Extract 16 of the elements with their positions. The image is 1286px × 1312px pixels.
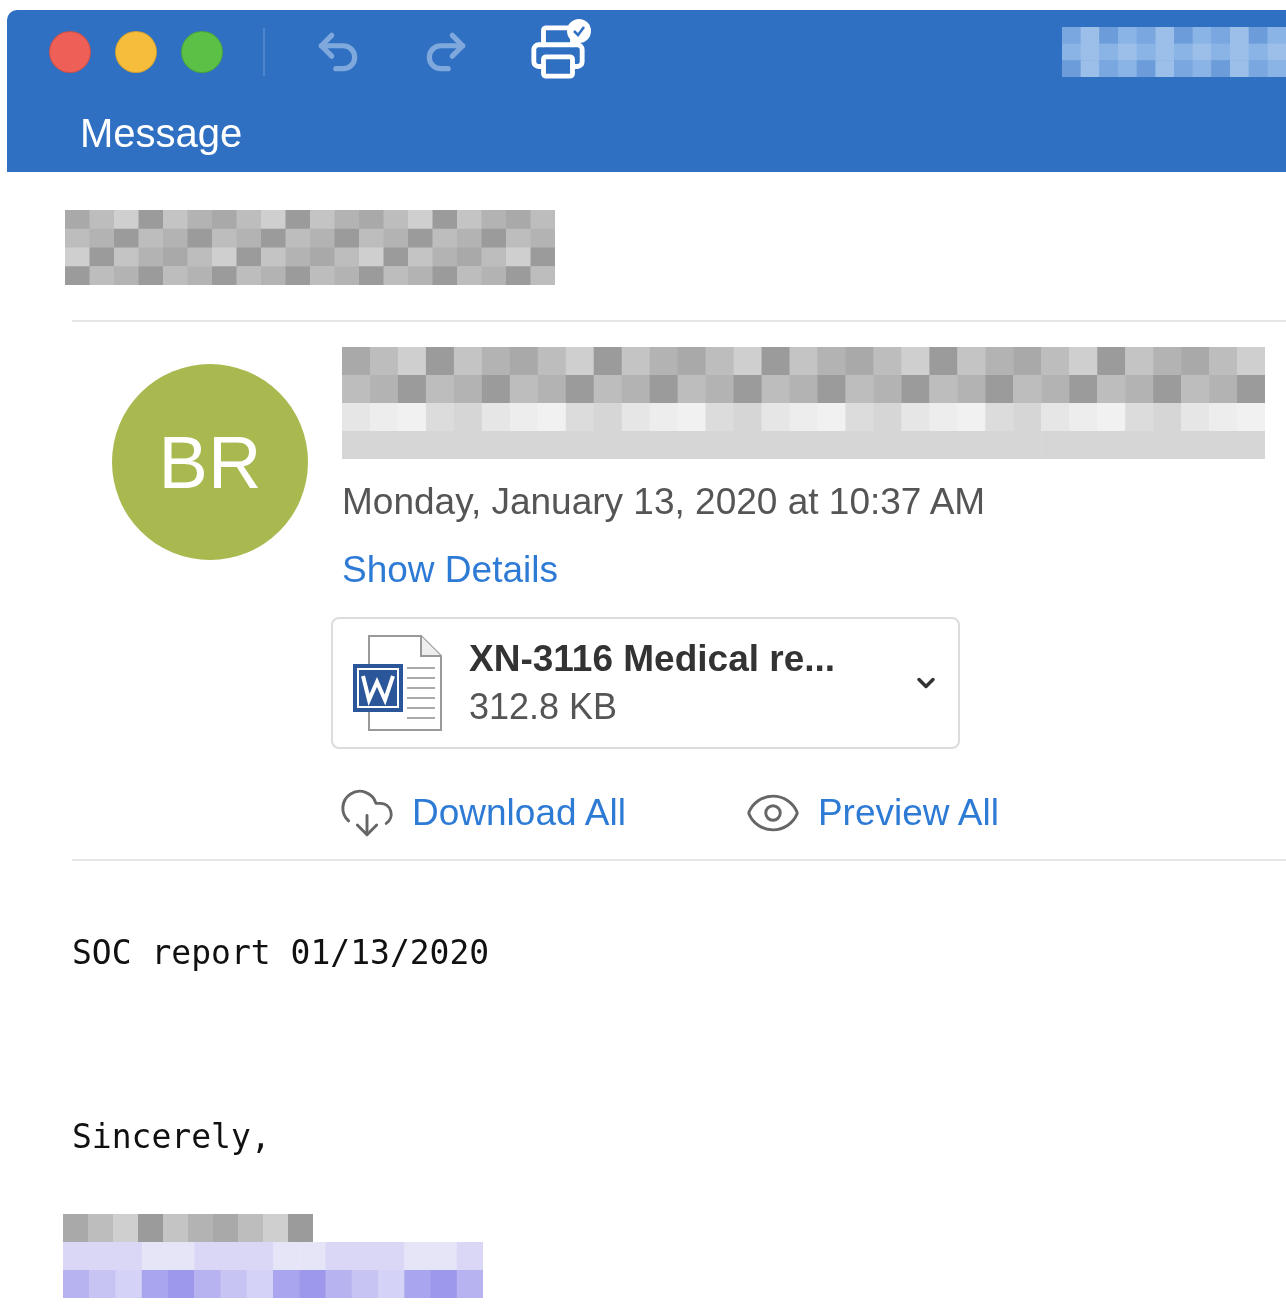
attachment-card[interactable]: XN-3116 Medical re... 312.8 KB [331, 617, 960, 749]
check-badge-icon [567, 19, 591, 43]
sender-avatar: BR [112, 364, 308, 560]
download-all-button[interactable]: Download All [338, 784, 626, 842]
message-tab[interactable]: Message [80, 110, 243, 156]
minimize-window-button[interactable] [115, 31, 157, 73]
body-text: SOC report 01/13/2020 [72, 932, 491, 974]
attachment-size: 312.8 KB [469, 686, 619, 728]
word-document-icon [351, 634, 443, 732]
close-window-button[interactable] [49, 31, 91, 73]
attachment-name: XN-3116 Medical re... [469, 638, 837, 680]
message-date: Monday, January 13, 2020 at 10:37 AM [342, 480, 987, 524]
show-details-link[interactable]: Show Details [342, 545, 1265, 595]
body-text: Sincerely, [72, 1116, 272, 1158]
zoom-window-button[interactable] [181, 31, 223, 73]
preview-all-button[interactable]: Preview All [743, 784, 999, 842]
